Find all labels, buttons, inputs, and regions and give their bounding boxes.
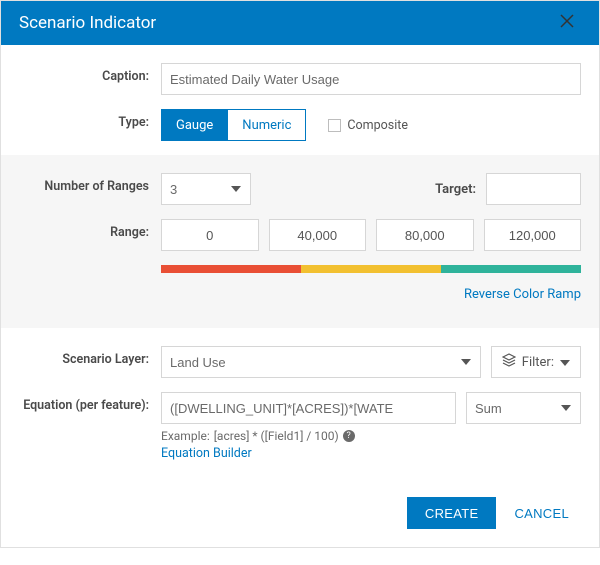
composite-label: Composite (347, 118, 408, 133)
range-input-2[interactable] (376, 219, 474, 251)
ramp-seg-1 (301, 265, 441, 273)
dialog-title: Scenario Indicator (19, 13, 156, 33)
ramp-seg-0 (161, 265, 301, 273)
close-icon[interactable] (545, 1, 589, 45)
scenario-indicator-dialog: Scenario Indicator Caption: Type: Gauge … (0, 0, 600, 548)
type-label: Type: (19, 109, 161, 130)
num-ranges-label: Number of Ranges (19, 173, 161, 194)
range-input-0[interactable] (161, 219, 259, 251)
create-button[interactable]: CREATE (407, 497, 497, 529)
color-ramp (161, 265, 581, 273)
dialog-footer: CREATE CANCEL (1, 485, 599, 547)
range-input-3[interactable] (484, 219, 582, 251)
composite-checkbox-wrap[interactable]: Composite (328, 109, 408, 141)
type-toggle: Gauge Numeric (161, 109, 306, 141)
help-icon[interactable]: ? (343, 430, 355, 442)
caption-input[interactable] (161, 63, 581, 95)
range-input-1[interactable] (269, 219, 367, 251)
example-text: [acres] * ([Field1] / 100) (214, 429, 339, 443)
ranges-panel: Number of Ranges Target: Range: (1, 155, 599, 328)
layers-icon (502, 353, 516, 371)
scenario-layer-select[interactable] (161, 346, 481, 378)
type-numeric-button[interactable]: Numeric (228, 109, 306, 141)
num-ranges-select[interactable] (161, 173, 251, 205)
filter-button[interactable]: Filter: (491, 346, 581, 378)
target-input[interactable] (486, 173, 581, 205)
chevron-down-icon (560, 355, 570, 370)
equation-input[interactable] (161, 392, 456, 424)
example-prefix: Example: (161, 429, 210, 443)
target-label: Target: (435, 182, 486, 197)
equation-example: Example: [acres] * ([Field1] / 100) ? (161, 429, 581, 443)
composite-checkbox[interactable] (328, 119, 341, 132)
range-label: Range: (19, 219, 161, 240)
caption-label: Caption: (19, 63, 161, 84)
reverse-color-ramp-link[interactable]: Reverse Color Ramp (161, 287, 581, 302)
equation-label: Equation (per feature): (19, 392, 161, 414)
cancel-button[interactable]: CANCEL (506, 497, 577, 529)
aggregation-select[interactable] (466, 392, 581, 424)
type-gauge-button[interactable]: Gauge (161, 109, 228, 141)
scenario-layer-label: Scenario Layer: (19, 346, 161, 367)
titlebar: Scenario Indicator (1, 1, 599, 45)
equation-builder-link[interactable]: Equation Builder (161, 446, 581, 461)
filter-label: Filter: (522, 355, 554, 370)
ramp-seg-2 (441, 265, 581, 273)
